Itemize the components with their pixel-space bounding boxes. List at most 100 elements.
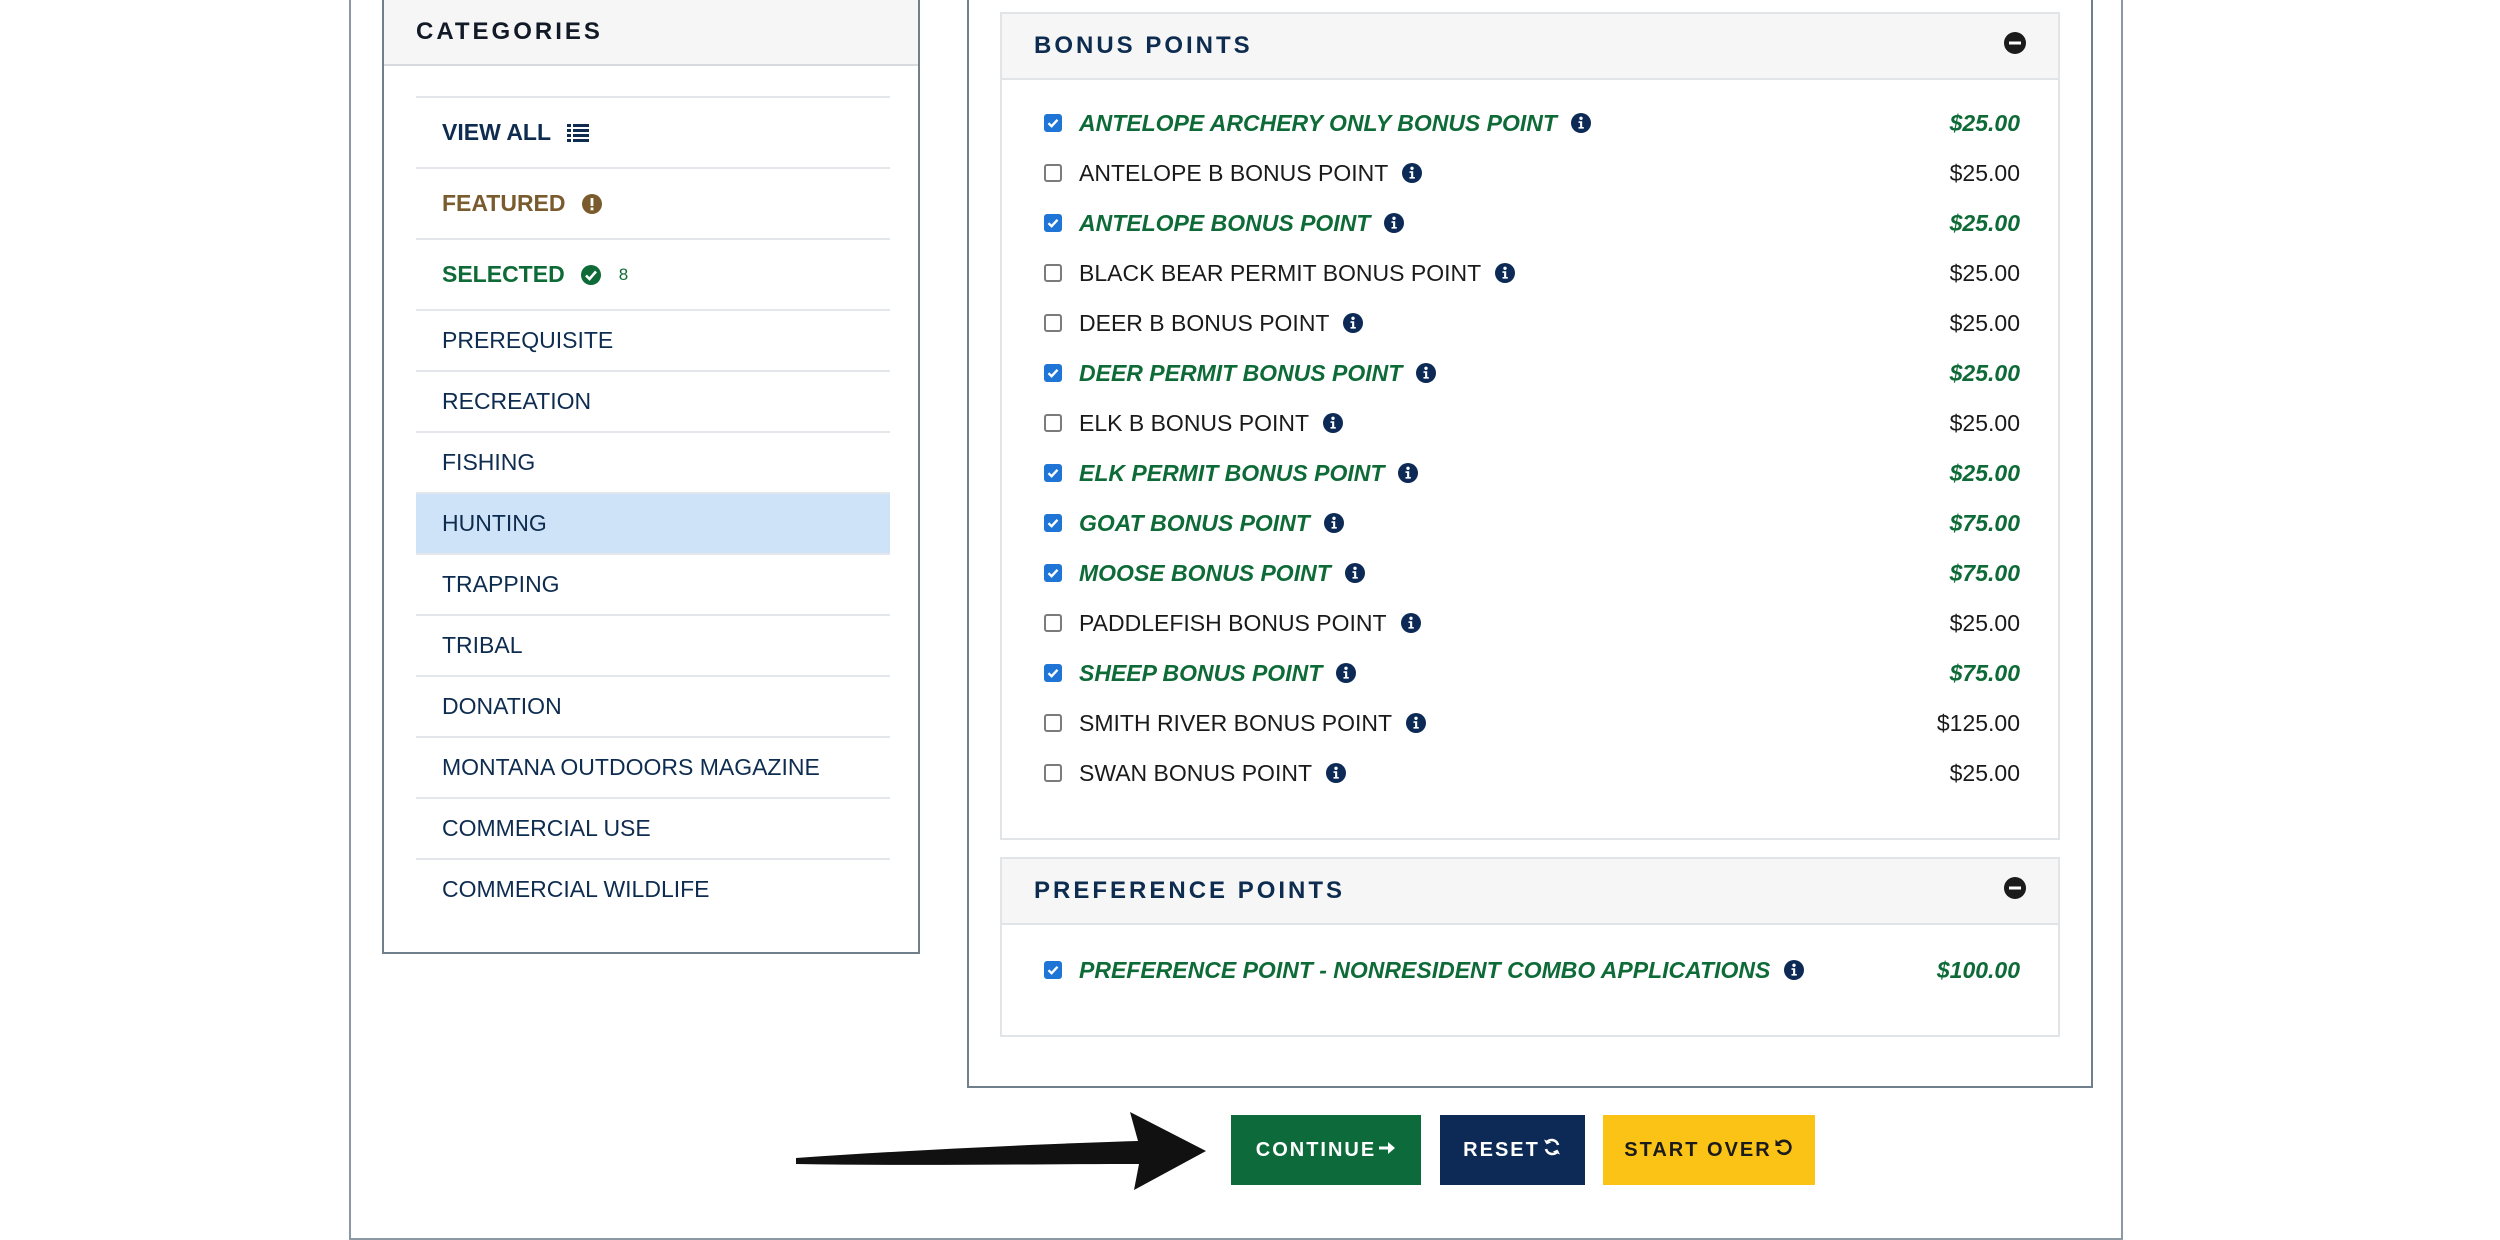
sidebar-item-label: HUNTING bbox=[442, 510, 547, 536]
product-checkbox[interactable] bbox=[1044, 414, 1062, 432]
sidebar-item-label: PREREQUISITE bbox=[442, 327, 614, 353]
collapse-icon[interactable] bbox=[2004, 876, 2026, 906]
info-icon[interactable] bbox=[1323, 513, 1344, 533]
product-row: DEER PERMIT BONUS POINT $25.00 bbox=[1002, 348, 2058, 398]
product-checkbox[interactable] bbox=[1044, 214, 1062, 232]
sidebar-item-commercial-use[interactable]: COMMERCIAL USE bbox=[416, 797, 890, 858]
product-checkbox[interactable] bbox=[1044, 114, 1062, 132]
product-name: BLACK BEAR PERMIT BONUS POINT bbox=[1079, 259, 1482, 286]
product-checkbox[interactable] bbox=[1044, 464, 1062, 482]
product-name: MOOSE BONUS POINT bbox=[1079, 559, 1331, 586]
product-row: ELK B BONUS POINT $25.00 bbox=[1002, 398, 2058, 448]
product-name: SWAN BONUS POINT bbox=[1079, 759, 1312, 786]
categories-sidebar: CATEGORIES VIEW ALL FEATURED SELECTED 8 … bbox=[382, 0, 920, 954]
start-over-button[interactable]: START OVER bbox=[1603, 1115, 1815, 1185]
product-checkbox[interactable] bbox=[1044, 164, 1062, 182]
info-icon[interactable] bbox=[1570, 113, 1591, 133]
product-price: $125.00 bbox=[1936, 709, 2020, 736]
arrow-right-icon bbox=[1376, 1139, 1396, 1162]
product-price: $25.00 bbox=[1949, 759, 2020, 786]
arrow-annotation bbox=[796, 1112, 1206, 1190]
list-icon bbox=[567, 123, 590, 142]
info-icon[interactable] bbox=[1336, 663, 1357, 683]
product-price: $25.00 bbox=[1949, 159, 2020, 186]
info-icon[interactable] bbox=[1398, 463, 1419, 483]
product-checkbox[interactable] bbox=[1044, 961, 1062, 979]
product-price: $75.00 bbox=[1949, 659, 2020, 686]
featured-label: FEATURED bbox=[442, 190, 566, 216]
info-icon[interactable] bbox=[1384, 213, 1405, 233]
refresh-icon bbox=[1540, 1137, 1562, 1163]
collapse-icon[interactable] bbox=[2004, 31, 2026, 61]
continue-button[interactable]: CONTINUE bbox=[1231, 1115, 1421, 1185]
undo-icon bbox=[1772, 1137, 1794, 1163]
product-row: ANTELOPE B BONUS POINT $25.00 bbox=[1002, 148, 2058, 198]
categories-title: CATEGORIES bbox=[384, 0, 918, 66]
sidebar-item-label: COMMERCIAL USE bbox=[442, 815, 651, 841]
sidebar-item-trapping[interactable]: TRAPPING bbox=[416, 553, 890, 614]
product-row: SWAN BONUS POINT $25.00 bbox=[1002, 748, 2058, 798]
bonus-points-title: BONUS POINTS bbox=[1034, 32, 1253, 59]
info-icon[interactable] bbox=[1323, 413, 1344, 433]
product-checkbox[interactable] bbox=[1044, 364, 1062, 382]
product-price: $75.00 bbox=[1949, 509, 2020, 536]
bonus-points-section: BONUS POINTS ANTELOPE ARCHERY ONLY BONUS… bbox=[1000, 12, 2060, 840]
product-checkbox[interactable] bbox=[1044, 614, 1062, 632]
product-name: ANTELOPE BONUS POINT bbox=[1079, 209, 1371, 236]
sidebar-item-recreation[interactable]: RECREATION bbox=[416, 370, 890, 431]
product-price: $25.00 bbox=[1949, 609, 2020, 636]
continue-label: CONTINUE bbox=[1255, 1138, 1377, 1161]
sidebar-item-label: TRAPPING bbox=[442, 571, 560, 597]
sidebar-item-hunting[interactable]: HUNTING bbox=[416, 492, 890, 553]
product-checkbox[interactable] bbox=[1044, 714, 1062, 732]
product-name: ELK PERMIT BONUS POINT bbox=[1079, 459, 1385, 486]
product-name: PREFERENCE POINT - NONRESIDENT COMBO APP… bbox=[1079, 956, 1771, 983]
product-checkbox[interactable] bbox=[1044, 264, 1062, 282]
preference-points-list: PREFERENCE POINT - NONRESIDENT COMBO APP… bbox=[1002, 925, 2058, 995]
info-icon[interactable] bbox=[1344, 563, 1365, 583]
product-row: DEER B BONUS POINT $25.00 bbox=[1002, 298, 2058, 348]
start-over-label: START OVER bbox=[1624, 1138, 1772, 1161]
product-checkbox[interactable] bbox=[1044, 664, 1062, 682]
product-price: $25.00 bbox=[1949, 109, 2020, 136]
sidebar-item-label: COMMERCIAL WILDLIFE bbox=[442, 876, 710, 902]
selected-label: SELECTED bbox=[442, 261, 565, 287]
product-price: $25.00 bbox=[1949, 359, 2020, 386]
product-name: ELK B BONUS POINT bbox=[1079, 409, 1310, 436]
sidebar-item-label: DONATION bbox=[442, 693, 562, 719]
bonus-points-header[interactable]: BONUS POINTS bbox=[1002, 14, 2058, 80]
reset-label: RESET bbox=[1463, 1138, 1540, 1161]
product-name: GOAT BONUS POINT bbox=[1079, 509, 1310, 536]
preference-points-header[interactable]: PREFERENCE POINTS bbox=[1002, 859, 2058, 925]
info-icon[interactable] bbox=[1416, 363, 1437, 383]
view-all-link[interactable]: VIEW ALL bbox=[416, 96, 890, 167]
selected-link[interactable]: SELECTED 8 bbox=[416, 238, 890, 309]
sidebar-item-tribal[interactable]: TRIBAL bbox=[416, 614, 890, 675]
info-icon[interactable] bbox=[1406, 713, 1427, 733]
info-icon[interactable] bbox=[1784, 960, 1805, 980]
product-name: PADDLEFISH BONUS POINT bbox=[1079, 609, 1387, 636]
product-checkbox[interactable] bbox=[1044, 564, 1062, 582]
sidebar-item-label: TRIBAL bbox=[442, 632, 523, 658]
product-price: $25.00 bbox=[1949, 259, 2020, 286]
featured-link[interactable]: FEATURED bbox=[416, 167, 890, 238]
sidebar-item-commercial-wildlife[interactable]: COMMERCIAL WILDLIFE bbox=[416, 858, 890, 919]
sidebar-item-montana-outdoors-magazine[interactable]: MONTANA OUTDOORS MAGAZINE bbox=[416, 736, 890, 797]
product-checkbox[interactable] bbox=[1044, 514, 1062, 532]
product-checkbox[interactable] bbox=[1044, 314, 1062, 332]
selected-count: 8 bbox=[618, 264, 629, 284]
preference-points-section: PREFERENCE POINTS PREFERENCE POINT - NON… bbox=[1000, 857, 2060, 1037]
info-icon[interactable] bbox=[1326, 763, 1346, 783]
sidebar-item-prerequisite[interactable]: PREREQUISITE bbox=[416, 309, 890, 370]
info-icon[interactable] bbox=[1495, 263, 1516, 283]
product-name: DEER B BONUS POINT bbox=[1079, 309, 1330, 336]
info-icon[interactable] bbox=[1400, 613, 1421, 633]
sidebar-item-label: FISHING bbox=[442, 449, 536, 475]
reset-button[interactable]: RESET bbox=[1440, 1115, 1585, 1185]
product-checkbox[interactable] bbox=[1044, 764, 1062, 782]
product-row: MOOSE BONUS POINT $75.00 bbox=[1002, 548, 2058, 598]
sidebar-item-fishing[interactable]: FISHING bbox=[416, 431, 890, 492]
info-icon[interactable] bbox=[1402, 163, 1423, 183]
sidebar-item-donation[interactable]: DONATION bbox=[416, 675, 890, 736]
info-icon[interactable] bbox=[1343, 313, 1364, 333]
